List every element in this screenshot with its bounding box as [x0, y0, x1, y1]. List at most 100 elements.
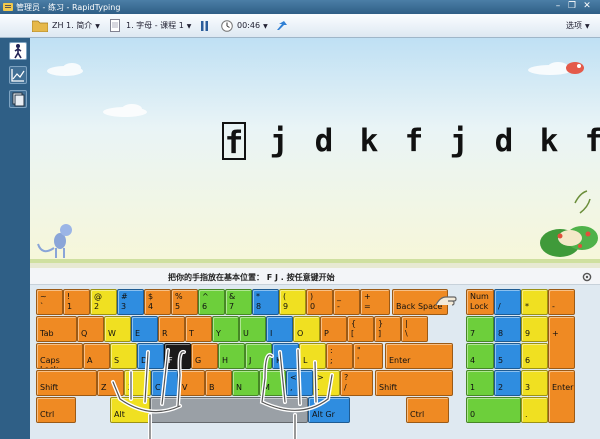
cloud-icon — [47, 62, 572, 117]
key: + = — [360, 289, 390, 315]
numpad-key: / — [494, 289, 521, 315]
key-shift-label — [552, 292, 571, 302]
numpad-key: 2 — [494, 370, 521, 396]
key-label: A — [87, 356, 93, 365]
key: A — [83, 343, 110, 369]
numpad-key: 3 — [521, 370, 548, 396]
key: H — [218, 343, 245, 369]
key: Shift — [36, 370, 97, 396]
key: P — [320, 316, 347, 342]
key-shift-label: % — [175, 292, 183, 301]
numpad-key: 9 — [521, 316, 548, 342]
folder-icon[interactable] — [32, 19, 48, 32]
key-shift-label — [209, 373, 228, 383]
key-label: L — [303, 356, 308, 365]
key-label: H — [222, 356, 229, 365]
course-label: ZH 1. 简介 — [52, 21, 93, 30]
key: ! 1 — [63, 289, 90, 315]
close-icon[interactable]: ✕ — [581, 1, 593, 12]
key-shift-label: $ — [148, 292, 154, 301]
key-shift-label — [410, 400, 445, 410]
window-title: 管理员 - 练习 - RapidTyping — [16, 3, 121, 12]
key: ~ ` — [36, 289, 63, 315]
key-label: M — [263, 383, 270, 392]
key-label: ; — [330, 356, 333, 365]
key-label: E — [135, 329, 141, 338]
key-shift-label: > — [317, 373, 324, 382]
key-label: Enter — [552, 383, 574, 392]
key: ) 0 — [306, 289, 333, 315]
key: #3 — [117, 289, 144, 315]
settings-icon[interactable] — [582, 272, 592, 282]
key-label: + — [552, 329, 559, 338]
key-shift-label — [114, 346, 133, 356]
key: (9 — [279, 289, 306, 315]
key: J — [245, 343, 272, 369]
key: Alt — [110, 397, 150, 423]
letter: k — [539, 123, 559, 159]
key-label: [ — [351, 329, 355, 338]
key-shift-label: ~ — [40, 292, 47, 301]
key-label: 9 — [525, 329, 531, 338]
key-label: X — [128, 383, 134, 392]
key-label: 1 — [67, 302, 73, 311]
key-label: 0 — [310, 302, 316, 311]
key-shift-label — [525, 292, 544, 302]
key: G — [191, 343, 218, 369]
key: S — [110, 343, 137, 369]
key-shift-label — [135, 319, 154, 329]
key-label: ] — [378, 329, 382, 338]
key: Tab — [36, 316, 77, 342]
timer[interactable]: 00:46 ▼ — [237, 14, 268, 38]
key-label: Ctrl — [410, 410, 425, 419]
key: L — [299, 343, 326, 369]
chevron-down-icon: ▼ — [95, 23, 100, 30]
sidebar-item-lessons[interactable] — [9, 90, 27, 108]
restore-icon[interactable]: ❐ — [566, 1, 578, 12]
key-label: - — [552, 302, 555, 311]
key-label: I — [270, 329, 273, 338]
letter-current: f — [222, 122, 246, 161]
sidebar-item-exercise[interactable] — [9, 42, 27, 60]
key-shift-label — [498, 319, 517, 329]
key-label: 7 — [229, 302, 235, 311]
document-icon[interactable] — [110, 19, 120, 32]
key-shift-label — [249, 346, 268, 356]
key: Caps Lock — [36, 343, 83, 369]
clock-icon — [221, 20, 233, 32]
key-shift-label — [498, 292, 517, 302]
key-shift-label — [40, 400, 72, 410]
key: Shift — [375, 370, 453, 396]
key-shift-label — [128, 373, 147, 383]
key: " ' — [353, 343, 383, 369]
timer-value: 00:46 — [237, 21, 261, 30]
key: _ - — [333, 289, 360, 315]
key-label: Lock — [470, 302, 489, 311]
key: Ctrl — [36, 397, 76, 423]
pause-icon[interactable] — [200, 21, 209, 31]
key: E — [131, 316, 158, 342]
sidebar — [0, 38, 30, 439]
key-shift-label — [155, 373, 174, 383]
lesson-selector[interactable]: 1. 字母 - 课程 1 ▼ — [126, 14, 191, 38]
key: Alt Gr — [308, 397, 350, 423]
key-shift-label — [379, 373, 449, 383]
key-shift-label: @ — [94, 292, 102, 301]
options-menu[interactable]: 选项 ▼ — [566, 14, 590, 38]
key-shift-label: { — [351, 319, 357, 328]
key: K — [272, 343, 299, 369]
key-label: 8 — [256, 302, 262, 311]
key-label: . — [317, 383, 320, 392]
course-selector[interactable]: ZH 1. 简介 ▼ — [52, 14, 100, 38]
key-label: 1 — [470, 383, 476, 392]
walk-icon — [14, 44, 22, 59]
numpad-key: 5 — [494, 343, 521, 369]
key-shift-label — [324, 319, 343, 329]
key-shift-label: : — [330, 346, 333, 355]
numpad-key: . — [521, 397, 548, 423]
sidebar-item-statistics[interactable] — [9, 66, 27, 84]
arrow-icon[interactable] — [276, 21, 288, 31]
minimize-icon[interactable]: – — [552, 1, 564, 12]
letter: k — [359, 123, 379, 159]
numpad-key: 7 — [466, 316, 494, 342]
